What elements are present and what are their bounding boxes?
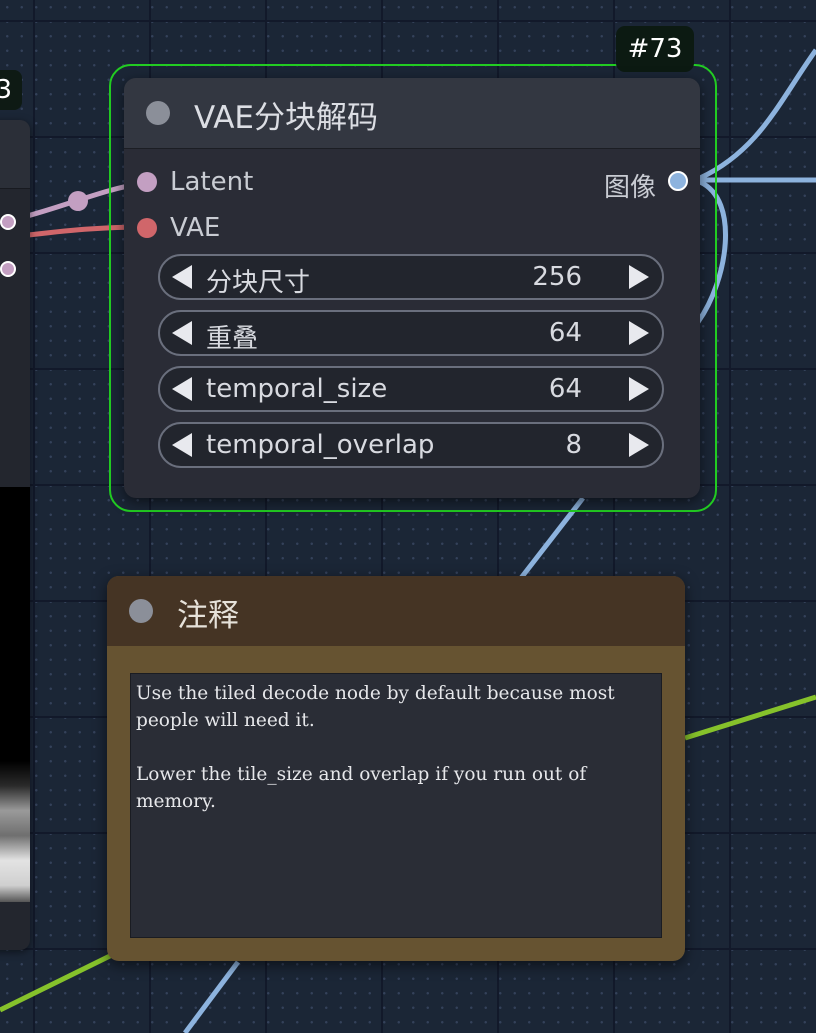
widget-value: 64 bbox=[548, 318, 582, 348]
widget-label: 重叠 bbox=[206, 324, 259, 354]
image-output-port[interactable] bbox=[668, 171, 688, 191]
decrement-arrow-icon[interactable] bbox=[172, 321, 192, 345]
vae-decode-node[interactable]: VAE分块解码 Latent VAE 图像 分块尺寸 256 重叠 64 tem… bbox=[124, 78, 700, 498]
tile-size-widget[interactable]: 分块尺寸 256 bbox=[158, 254, 664, 300]
widget-value: 256 bbox=[532, 262, 582, 292]
widget-label: temporal_size bbox=[206, 374, 388, 404]
latent-link-midpoint bbox=[68, 191, 88, 211]
decrement-arrow-icon[interactable] bbox=[172, 377, 192, 401]
left-node-header bbox=[0, 120, 30, 189]
decrement-arrow-icon[interactable] bbox=[172, 433, 192, 457]
widget-label: temporal_overlap bbox=[206, 430, 435, 460]
left-node-output-port-1[interactable] bbox=[0, 214, 16, 230]
green-link-bottom bbox=[0, 949, 120, 1013]
widget-label: 分块尺寸 bbox=[206, 268, 311, 298]
increment-arrow-icon[interactable] bbox=[629, 433, 649, 457]
vae-node-title: VAE分块解码 bbox=[194, 100, 379, 136]
vae-input-port[interactable] bbox=[137, 218, 157, 238]
decrement-arrow-icon[interactable] bbox=[172, 265, 192, 289]
temporal-overlap-widget[interactable]: temporal_overlap 8 bbox=[158, 422, 664, 468]
green-link-right bbox=[684, 694, 816, 741]
temporal-size-widget[interactable]: temporal_size 64 bbox=[158, 366, 664, 412]
note-node[interactable]: 注释 Use the tiled decode node by default … bbox=[107, 576, 685, 961]
latent-input-port[interactable] bbox=[137, 172, 157, 192]
image-link-up bbox=[698, 48, 816, 181]
left-node-output-port-2[interactable] bbox=[0, 261, 16, 277]
left-node-image-preview bbox=[0, 487, 30, 902]
node-graph-canvas[interactable]: 3 #73 VAE分块解码 Latent VAE 图像 分块尺寸 256 重叠 … bbox=[0, 0, 816, 1033]
increment-arrow-icon[interactable] bbox=[629, 265, 649, 289]
note-textarea[interactable]: Use the tiled decode node by default bec… bbox=[130, 673, 662, 938]
collapse-dot-icon[interactable] bbox=[146, 101, 170, 125]
left-partial-node[interactable] bbox=[0, 120, 30, 950]
note-node-header[interactable]: 注释 bbox=[107, 576, 685, 646]
overlap-widget[interactable]: 重叠 64 bbox=[158, 310, 664, 356]
note-node-title: 注释 bbox=[177, 598, 239, 634]
left-node-id-badge: 3 bbox=[0, 70, 22, 110]
image-link-bottom bbox=[182, 960, 241, 1033]
widget-value: 64 bbox=[548, 374, 582, 404]
vae-input-label: VAE bbox=[170, 213, 221, 243]
collapse-dot-icon[interactable] bbox=[129, 599, 153, 623]
widget-value: 8 bbox=[565, 430, 582, 460]
vae-node-header[interactable]: VAE分块解码 bbox=[124, 78, 700, 149]
node-id-badge: #73 bbox=[616, 26, 694, 72]
increment-arrow-icon[interactable] bbox=[629, 321, 649, 345]
image-output-label: 图像 bbox=[603, 173, 656, 203]
latent-input-label: Latent bbox=[170, 167, 254, 197]
increment-arrow-icon[interactable] bbox=[629, 377, 649, 401]
